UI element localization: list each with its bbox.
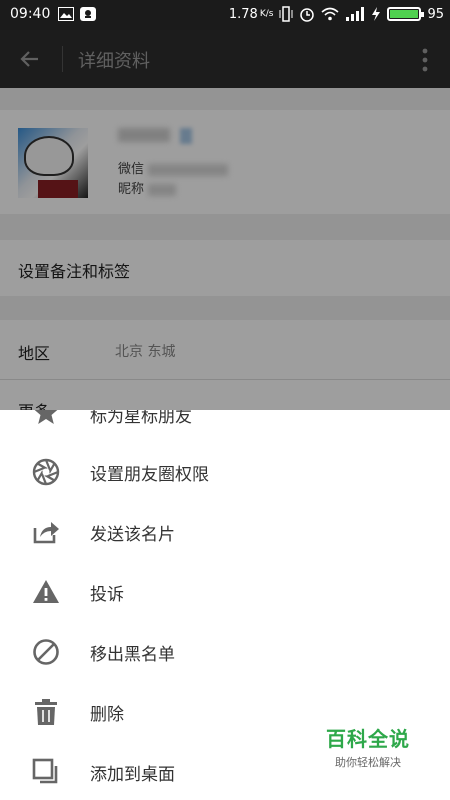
- network-speed-unit: K/s: [259, 9, 274, 19]
- menu-item-label: 添加到桌面: [90, 765, 175, 785]
- alarm-icon: [300, 8, 315, 22]
- menu-item-send-card[interactable]: 发送该名片: [0, 500, 450, 560]
- battery-icon: [387, 7, 425, 21]
- action-sheet: 标为星标朋友 设置朋友圈权限 发送该名片 投诉 移出黑名单 删除 添加到桌面 百…: [0, 410, 450, 800]
- status-right-group: 1.78 K/s 95: [229, 6, 444, 22]
- menu-item-moments-permission[interactable]: 设置朋友圈权限: [0, 440, 450, 500]
- share-icon: [33, 522, 59, 544]
- menu-item-label: 设置朋友圈权限: [90, 465, 209, 485]
- signal-icon: [346, 7, 365, 21]
- add-to-desktop-icon: [32, 758, 58, 784]
- menu-item-label: 发送该名片: [90, 525, 175, 545]
- wifi-icon: [321, 7, 339, 21]
- menu-item-remove-blacklist[interactable]: 移出黑名单: [0, 620, 450, 680]
- vibrate-icon: [279, 6, 293, 22]
- watermark: 百科全说 助你轻松解决: [326, 723, 410, 770]
- status-time: 09:40: [10, 6, 51, 22]
- battery-level: 95: [427, 6, 444, 22]
- dim-overlay[interactable]: [0, 30, 450, 410]
- trash-icon: [35, 699, 57, 725]
- menu-item-report[interactable]: 投诉: [0, 560, 450, 620]
- network-speed: 1.78: [228, 6, 258, 22]
- block-icon: [33, 639, 59, 665]
- menu-item-label: 移出黑名单: [90, 645, 175, 665]
- menu-item-label: 标为星标朋友: [90, 410, 192, 427]
- menu-item-label: 删除: [90, 705, 124, 725]
- watermark-title: 百科全说: [326, 727, 410, 751]
- star-icon: [34, 410, 58, 424]
- camera-shutter-icon: [32, 458, 60, 486]
- charging-icon: [372, 7, 381, 21]
- image-notification-icon: [58, 7, 74, 21]
- app-notification-icon: [80, 7, 96, 21]
- watermark-subtitle: 助你轻松解决: [335, 756, 401, 769]
- menu-item-label: 投诉: [90, 585, 124, 605]
- warning-icon: [33, 580, 59, 603]
- status-bar: 09:40 1.78 K/s 95: [0, 0, 450, 30]
